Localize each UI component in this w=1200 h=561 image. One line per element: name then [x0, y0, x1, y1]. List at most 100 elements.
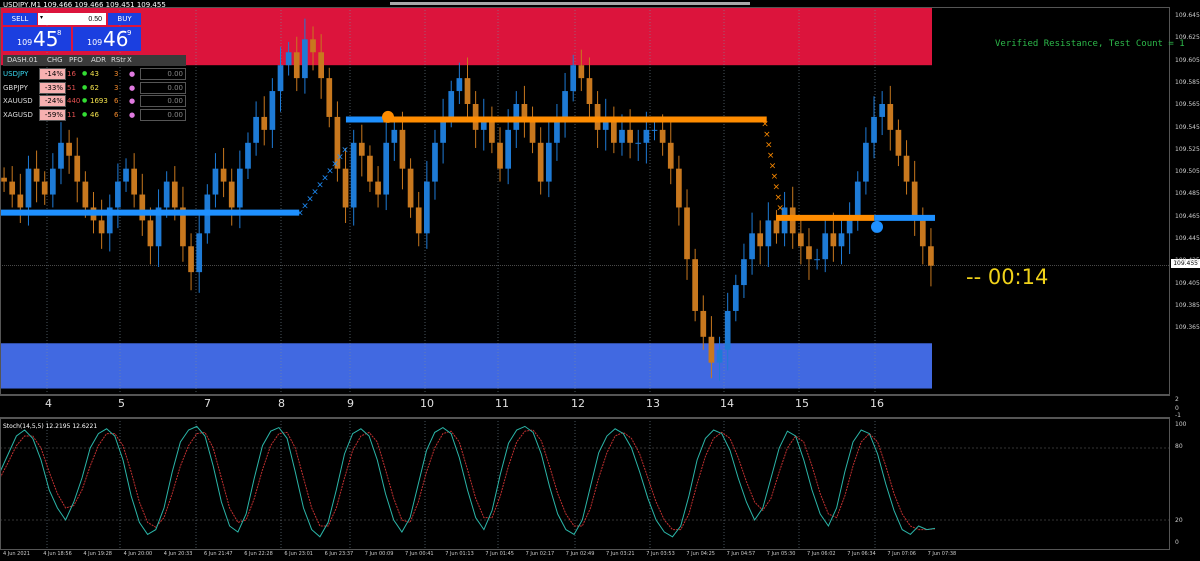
candle-body — [570, 65, 577, 92]
candle-body — [310, 39, 316, 53]
dashboard-title: DASH.01 — [7, 56, 38, 64]
sell-button[interactable]: SELL — [3, 13, 37, 25]
candle-body — [391, 129, 398, 143]
stochastic-signal-line — [0, 429, 936, 531]
dashboard-row[interactable]: XAGUSD -59% 11 ● 46 6 ● 0.00 — [3, 108, 186, 122]
price-tick-label: 109.605 — [1175, 56, 1200, 64]
sell-signal-x-icon: × — [761, 119, 769, 129]
bar-timer: -- 00:14 — [966, 265, 1049, 289]
sell-price-prefix: 109 — [17, 38, 33, 47]
candle-body — [147, 220, 154, 247]
price-tick-label: 109.505 — [1175, 168, 1200, 176]
candle-body — [464, 78, 471, 104]
chart-window: USDJPY,M1 109.466 109.466 109.451 109.45… — [0, 0, 1200, 561]
dashboard-row[interactable]: USDJPY -14% 16 ● 43 3 ● 0.00 — [3, 68, 186, 81]
candle-body — [261, 116, 268, 130]
dashboard-row[interactable]: XAUUSD -24% 440 ● 1693 6 ● 0.00 — [3, 95, 186, 108]
candle-body — [350, 142, 357, 208]
status-dot-icon: ● — [82, 83, 88, 91]
candle-body — [456, 78, 463, 92]
candle-body — [163, 181, 170, 208]
row-adr: 62 — [90, 83, 99, 92]
time-tick-label: 7 Jun 02:49 — [565, 551, 595, 557]
price-tick-label: 109.485 — [1175, 190, 1200, 198]
candle-body — [798, 233, 804, 247]
candle-body — [17, 194, 24, 208]
candle-body — [505, 129, 511, 169]
candle-body — [326, 78, 333, 117]
candle-body — [497, 142, 503, 169]
separator-tick-label: -1 — [1175, 412, 1181, 419]
stochastic-chart[interactable] — [0, 418, 1170, 550]
scrollbar-thumb[interactable] — [390, 2, 750, 5]
stochastic-tick-label: 20 — [1175, 517, 1183, 524]
candle-body — [285, 52, 292, 66]
marker-dot-icon: ● — [129, 110, 136, 119]
cell-border — [39, 95, 66, 107]
price-tick-label: 109.545 — [1175, 123, 1200, 131]
cell-border — [39, 108, 66, 121]
candle-body — [627, 129, 633, 143]
cell-border — [140, 108, 186, 121]
candle-body — [196, 233, 203, 273]
candle-body — [375, 181, 381, 195]
candle-body — [58, 142, 64, 169]
marker-dot-icon: ● — [129, 70, 136, 78]
buy-button[interactable]: BUY — [108, 13, 141, 25]
row-pfo: 16 — [67, 70, 76, 78]
time-tick-label: 6 Jun 21:47 — [204, 551, 233, 557]
candle-body — [846, 220, 853, 234]
column-rstr[interactable]: RStr — [111, 55, 126, 66]
candle-body — [545, 142, 552, 182]
time-tick-label: 6 Jun 23:37 — [324, 551, 354, 557]
dashboard-panel: DASH.01 CHG PFO ADR RStr X USDJPY -14% 16 ●… — [3, 55, 186, 122]
column-pfo[interactable]: PFO — [69, 55, 83, 66]
candle-body — [115, 181, 121, 208]
time-tick-label: 4 Jun 19:28 — [83, 551, 112, 557]
blue-level-dot — [871, 220, 883, 233]
price-tick-label: 109.385 — [1175, 301, 1200, 309]
sell-price-button[interactable]: 109 45 8 — [3, 27, 71, 51]
lot-size-input[interactable] — [38, 13, 106, 25]
candle-body — [367, 155, 373, 182]
time-tick-label: 6 Jun 22:28 — [244, 551, 273, 557]
candle-body — [537, 142, 544, 182]
row-pfo: 440 — [67, 97, 81, 105]
candle-body — [521, 104, 528, 117]
dashboard-row[interactable]: GBPJPY -33% 51 ● 62 3 ● 0.00 — [3, 81, 186, 95]
dashboard-close-icon[interactable]: X — [127, 55, 132, 66]
price-tick-label: 109.585 — [1175, 78, 1200, 86]
candle-body — [651, 129, 658, 131]
column-adr[interactable]: ADR — [91, 55, 106, 66]
stochastic-tick-label: 80 — [1175, 443, 1183, 450]
price-tick-label: 109.565 — [1175, 101, 1200, 109]
time-tick-label: 7 Jun 07:38 — [927, 551, 957, 557]
candle-body — [342, 168, 349, 208]
price-tick-label: 109.465 — [1175, 212, 1200, 220]
candle-body — [708, 336, 715, 363]
candle-body — [237, 168, 243, 208]
row-symbol[interactable]: USDJPY — [3, 68, 39, 80]
time-tick-label: 7 Jun 01:45 — [485, 551, 514, 557]
buy-price-point: 9 — [127, 29, 132, 37]
candle-body — [562, 91, 568, 117]
row-symbol[interactable]: XAUUSD — [3, 95, 39, 107]
time-tick-label: 7 Jun 06:02 — [807, 551, 836, 557]
buy-price-prefix: 109 — [87, 38, 103, 47]
sell-signal-x-icon: × — [776, 203, 784, 213]
row-symbol[interactable]: XAGUSD — [3, 109, 39, 121]
buy-price-button[interactable]: 109 46 9 — [73, 27, 141, 51]
status-dot-icon: ● — [82, 70, 88, 77]
row-symbol[interactable]: GBPJPY — [3, 82, 39, 94]
time-tick-label: 4 Jun 18:56 — [43, 551, 72, 557]
candle-body — [700, 310, 707, 337]
candle-body — [765, 220, 772, 247]
buy-price-big: 46 — [103, 27, 129, 51]
sell-price-big: 45 — [33, 27, 59, 51]
candle-body — [399, 129, 406, 169]
column-chg[interactable]: CHG — [47, 55, 63, 66]
sell-signal-x-icon: × — [769, 161, 777, 171]
dashboard-header: DASH.01 CHG PFO ADR RStr X — [3, 55, 186, 66]
lot-arrow-icon[interactable]: ▾ — [40, 14, 43, 21]
time-tick-label: 6 Jun 23:01 — [284, 551, 313, 557]
